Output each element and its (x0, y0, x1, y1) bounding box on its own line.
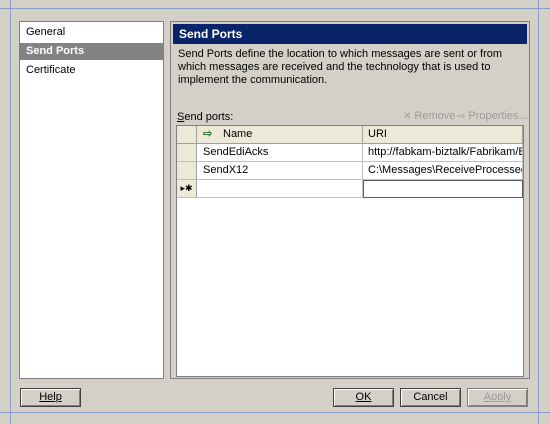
properties-button[interactable]: ⇨ Properties... (457, 109, 528, 124)
row-header[interactable] (177, 162, 197, 180)
window-guide-top (0, 8, 550, 9)
port-name-cell[interactable]: SendEdiAcks (197, 144, 363, 162)
new-port-name-cell[interactable] (197, 180, 363, 198)
send-ports-label-text: end ports: (184, 111, 234, 123)
nav-item-general[interactable]: General (20, 24, 163, 41)
remove-button[interactable]: ✕ Remove (403, 109, 455, 124)
port-uri-cell[interactable]: http://fabkam-biztalk/Fabrikam/BTS... (363, 144, 523, 162)
column-header-name-label: Name (223, 128, 253, 140)
cancel-button-label: Cancel (413, 391, 448, 403)
send-ports-grid[interactable]: ⇨ Name URI SendEdiAcks http://fabkam-bizt… (176, 125, 524, 377)
column-header-name[interactable]: ⇨ Name (197, 126, 363, 144)
window-guide-right (538, 0, 539, 424)
window-guide-left (10, 0, 11, 424)
ok-button[interactable]: OK (333, 388, 394, 407)
remove-icon: ✕ (403, 111, 412, 122)
column-header-uri[interactable]: URI (363, 126, 523, 144)
send-ports-label: Send ports: (177, 111, 233, 123)
table-row[interactable]: SendX12 C:\Messages\ReceiveProcessedX12.… (177, 162, 523, 180)
nav-item-send-ports[interactable]: Send Ports (20, 43, 163, 60)
panel-title: Send Ports (173, 24, 527, 44)
nav-item-certificate[interactable]: Certificate (20, 62, 163, 79)
grid-header-row: ⇨ Name URI (177, 126, 523, 144)
new-port-uri-cell[interactable] (363, 180, 523, 198)
remove-button-label: Remove (414, 110, 456, 122)
port-name-cell[interactable]: SendX12 (197, 162, 363, 180)
help-button-label: Help (39, 391, 62, 403)
table-row[interactable]: SendEdiAcks http://fabkam-biztalk/Fabrik… (177, 144, 523, 162)
row-header[interactable] (177, 144, 197, 162)
new-row[interactable]: ▸✱ (177, 180, 523, 198)
add-port-icon: ⇨ (203, 128, 213, 140)
properties-button-label: Properties... (468, 110, 528, 122)
settings-nav-list: General Send Ports Certificate (19, 21, 164, 379)
new-row-marker[interactable]: ▸✱ (177, 180, 197, 198)
panel-description: Send Ports define the location to which … (178, 48, 503, 86)
apply-button-label: Apply (483, 391, 512, 403)
send-ports-panel: Send Ports Send Ports define the locatio… (170, 21, 530, 379)
window-guide-bottom (0, 412, 550, 413)
port-uri-cell[interactable]: C:\Messages\ReceiveProcessedX12... (363, 162, 523, 180)
grid-corner-cell[interactable] (177, 126, 197, 144)
properties-icon: ⇨ (457, 111, 466, 122)
help-button[interactable]: Help (20, 388, 81, 407)
apply-button[interactable]: Apply (467, 388, 528, 407)
cancel-button[interactable]: Cancel (400, 388, 461, 407)
ok-button-label: OK (355, 391, 372, 403)
